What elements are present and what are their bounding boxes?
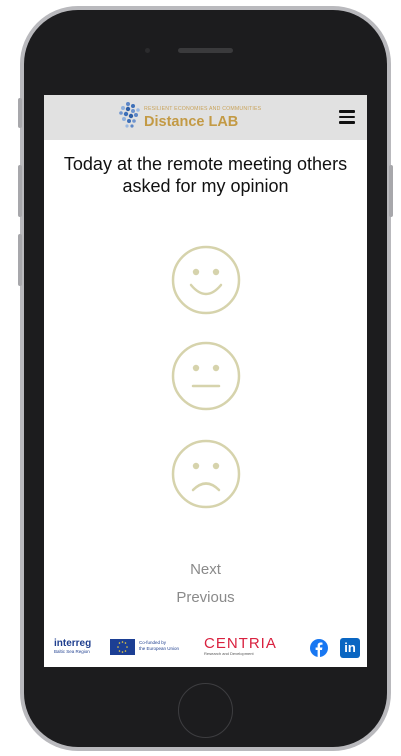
smiley-happy-icon[interactable] [171,245,241,315]
footer: interreg Baltic Sea Region Co-funded by … [44,633,367,667]
survey-question: Today at the remote meeting others asked… [63,154,348,196]
front-camera [145,48,150,53]
facebook-icon[interactable] [310,639,328,657]
hamburger-menu-icon[interactable] [339,110,355,124]
previous-button[interactable]: Previous [44,589,367,606]
phone-screen: RESILIENT ECONOMIES AND COMMUNITIES Dist… [44,95,367,667]
next-button[interactable]: Next [44,561,367,578]
interreg-subtitle: Baltic Sea Region [54,649,90,654]
smiley-neutral-icon[interactable] [171,341,241,411]
distance-lab-logo[interactable]: RESILIENT ECONOMIES AND COMMUNITIES Dist… [116,101,296,135]
phone-volume-down [18,234,22,286]
linkedin-icon[interactable]: in [340,638,360,658]
phone-mute-switch [18,98,22,128]
centria-logo[interactable]: CENTRIA Research and Development [204,636,277,656]
centria-name: CENTRIA [204,635,277,652]
eu-cofunded-text: Co-funded by the European Union [139,640,179,652]
logo-tagline: RESILIENT ECONOMIES AND COMMUNITIES [144,106,262,112]
logo-title: Distance LAB [144,114,239,130]
app-header: RESILIENT ECONOMIES AND COMMUNITIES Dist… [44,95,367,140]
smiley-sad-icon[interactable] [171,439,241,509]
eu-text-line2: the European Union [139,646,180,651]
eu-flag-icon [110,639,135,655]
interreg-logo[interactable]: interreg Baltic Sea Region [54,639,91,655]
phone-volume-up [18,165,22,217]
interreg-name: interreg [54,638,92,649]
logo-dots-icon [119,102,140,128]
phone-power-button [389,165,393,217]
home-button[interactable] [178,683,233,738]
earpiece-speaker [178,48,233,53]
